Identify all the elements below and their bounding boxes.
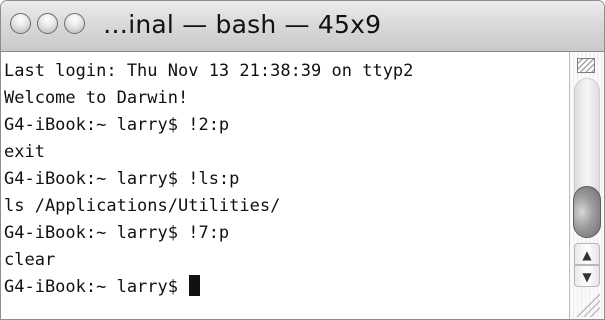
- terminal-line: clear: [4, 250, 56, 270]
- title-bar[interactable]: …inal — bash — 45x9: [1, 1, 604, 52]
- close-icon[interactable]: [10, 13, 31, 34]
- scroll-down-arrow-icon[interactable]: ▼: [574, 265, 600, 287]
- terminal-line: G4-iBook:~ larry$ !7:p: [4, 223, 230, 243]
- terminal-line: Last login: Thu Nov 13 21:38:39 on ttyp2: [4, 61, 414, 81]
- terminal-line: Welcome to Darwin!: [4, 88, 189, 108]
- terminal-line: ls /Applications/Utilities/: [4, 196, 281, 216]
- window-title: …inal — bash — 45x9: [103, 10, 382, 39]
- prompt-text: G4-iBook:~ larry$: [4, 277, 189, 297]
- prompt-line[interactable]: G4-iBook:~ larry$: [4, 274, 569, 301]
- split-pane-icon[interactable]: [577, 58, 595, 73]
- terminal-line: exit: [4, 142, 45, 162]
- terminal-line: G4-iBook:~ larry$ !ls:p: [4, 169, 240, 189]
- resize-grip-icon[interactable]: [576, 293, 600, 317]
- vertical-scrollbar[interactable]: ▲ ▼: [569, 52, 604, 319]
- terminal-line: G4-iBook:~ larry$ !2:p: [4, 115, 230, 135]
- scroll-up-arrow-icon[interactable]: ▲: [574, 243, 600, 265]
- minimize-icon[interactable]: [37, 13, 58, 34]
- zoom-icon[interactable]: [64, 13, 85, 34]
- text-cursor-icon: [189, 275, 201, 296]
- terminal-output[interactable]: Last login: Thu Nov 13 21:38:39 on ttyp2…: [1, 52, 569, 319]
- terminal-window: …inal — bash — 45x9 Last login: Thu Nov …: [0, 0, 605, 320]
- scrollbar-thumb[interactable]: [573, 186, 601, 238]
